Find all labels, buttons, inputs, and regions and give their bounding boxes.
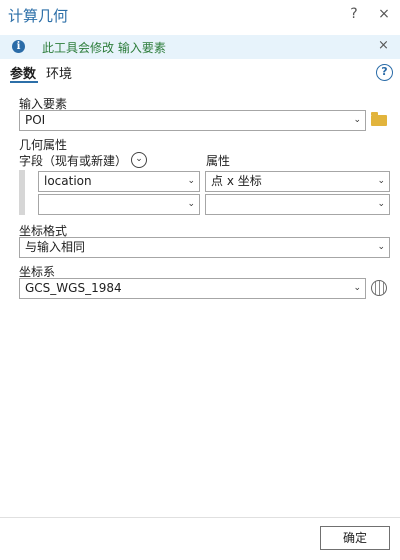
info-icon: i [12, 40, 25, 53]
globe-icon[interactable] [371, 280, 387, 296]
input-features-value: POI [25, 113, 46, 127]
chevron-down-icon: ⌄ [353, 283, 361, 293]
chevron-down-icon: ⌄ [377, 199, 385, 209]
property-select-empty[interactable]: ⌄ [205, 194, 390, 215]
property-column-header: 属性 [206, 154, 231, 168]
field-select[interactable]: location ⌄ [38, 171, 200, 192]
tab-active-indicator [10, 81, 38, 83]
chevron-down-icon: ⌄ [353, 115, 361, 125]
input-features-select[interactable]: POI ⌄ [19, 110, 366, 131]
tab-parameters[interactable]: 参数 [10, 63, 36, 82]
property-select-value: 点 x 坐标 [211, 174, 262, 188]
chevron-down-icon: ⌄ [377, 242, 385, 252]
window-title: 计算几何 [8, 7, 69, 25]
folder-icon[interactable] [371, 112, 387, 126]
chevron-down-icon: ⌄ [187, 199, 195, 209]
help-icon[interactable]: ? [376, 64, 393, 81]
info-close-icon[interactable]: × [378, 38, 389, 53]
ok-button[interactable]: 确定 [320, 526, 390, 550]
expand-icon[interactable]: ⌄ [131, 152, 147, 168]
chevron-down-icon: ⌄ [377, 176, 385, 186]
tab-environments[interactable]: 环境 [46, 63, 72, 82]
coordinate-system-select[interactable]: GCS_WGS_1984 ⌄ [19, 278, 366, 299]
close-button[interactable]: × [374, 4, 394, 24]
property-select[interactable]: 点 x 坐标 ⌄ [205, 171, 390, 192]
field-column-header: 字段（现有或新建） [19, 154, 128, 168]
field-select-value: location [44, 174, 92, 188]
geometry-section-label: 几何属性 [19, 138, 68, 152]
coordinate-format-select[interactable]: 与输入相同 ⌄ [19, 237, 390, 258]
chevron-down-icon: ⌄ [187, 176, 195, 186]
footer-divider [0, 517, 400, 518]
coordinate-format-value: 与输入相同 [25, 240, 86, 254]
field-select-empty[interactable]: ⌄ [38, 194, 200, 215]
help-button[interactable]: ? [344, 4, 364, 24]
info-message: 此工具会修改 输入要素 [42, 41, 166, 55]
coordinate-system-value: GCS_WGS_1984 [25, 281, 122, 295]
row-drag-handle[interactable] [19, 170, 25, 215]
